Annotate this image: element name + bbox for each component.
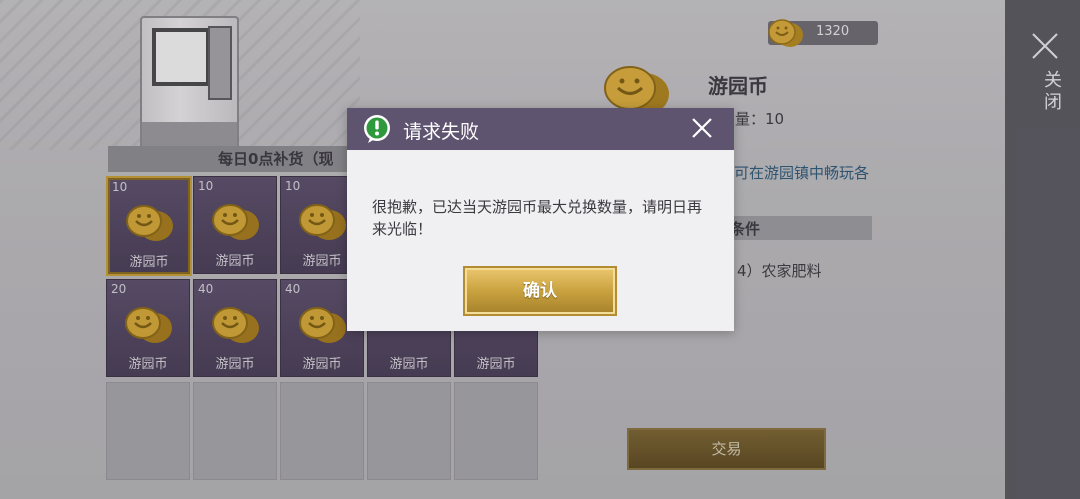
dialog-message: 很抱歉，已达当天游园币最大兑换数量，请明日再来光临！ <box>372 198 703 238</box>
warning-icon <box>364 115 390 143</box>
error-dialog: 请求失败 很抱歉，已达当天游园币最大兑换数量，请明日再来光临！ 确认 <box>347 108 734 331</box>
confirm-button[interactable]: 确认 <box>465 268 615 314</box>
dialog-close-icon[interactable] <box>691 117 713 139</box>
dialog-header: 请求失败 <box>347 108 734 150</box>
dialog-title: 请求失败 <box>403 121 480 143</box>
shop-scene: 1320 每日0点补货（现 10 游园币 10 游园币 10 游园币 20 游园… <box>0 0 1080 499</box>
